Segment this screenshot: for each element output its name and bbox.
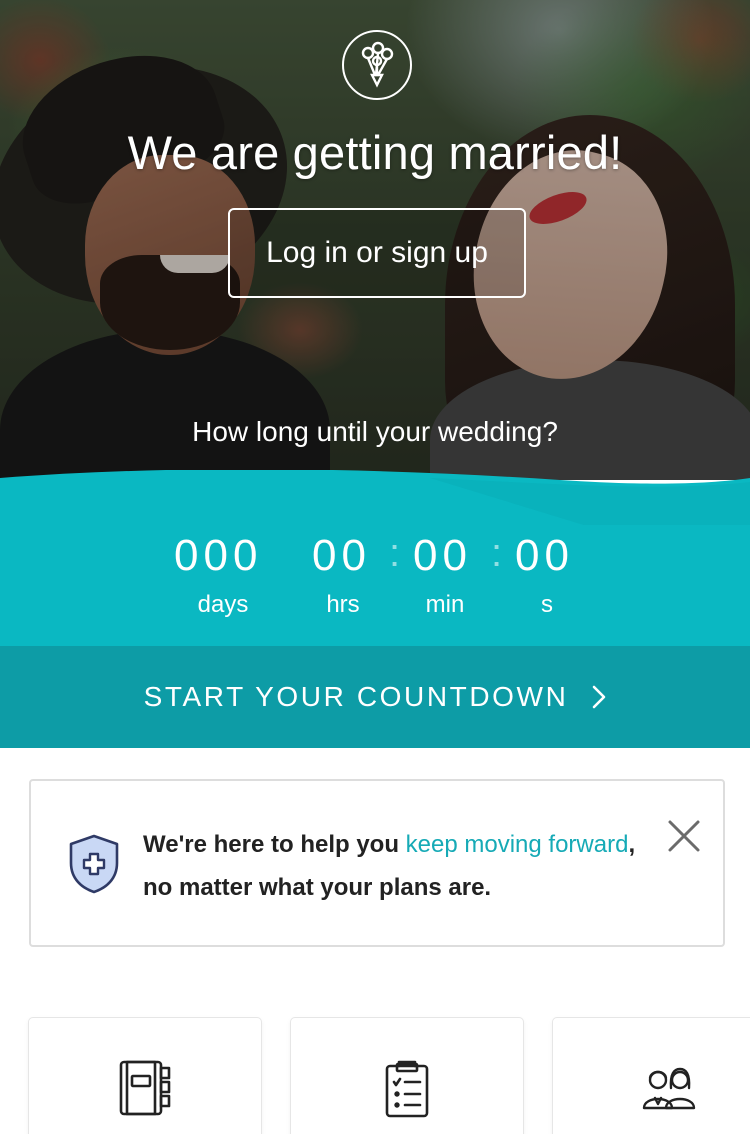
notice-link-line1: keep moving xyxy=(405,831,542,858)
countdown-minutes: 00 xyxy=(413,531,472,580)
countdown-question: How long until your wedding? xyxy=(192,416,558,447)
planner-notebook-icon xyxy=(115,1058,175,1118)
unit-minutes-label: min xyxy=(425,591,465,618)
hero-title: We are getting married! xyxy=(127,126,623,179)
unit-seconds-label: s xyxy=(541,591,553,618)
countdown-hours: 00 xyxy=(312,531,371,580)
notice-link[interactable]: keep moving forward xyxy=(406,831,629,858)
countdown-seconds: 00 xyxy=(515,531,574,580)
support-notice-text: We're here to help you keep moving forwa… xyxy=(143,823,663,909)
start-countdown-label: START YOUR COUNTDOWN xyxy=(143,681,569,712)
checklist-clipboard-icon xyxy=(377,1058,437,1118)
chevron-right-icon xyxy=(592,685,606,709)
support-notice-card: We're here to help you keep moving forwa… xyxy=(29,779,725,947)
countdown-panel: 000 00 : 00 : 00 days hrs min s xyxy=(0,525,750,647)
tool-card-planner[interactable] xyxy=(29,1018,261,1134)
start-countdown-button[interactable]: START YOUR COUNTDOWN xyxy=(0,646,750,748)
countdown-separator: : xyxy=(389,531,401,575)
tool-card-guests[interactable] xyxy=(553,1018,750,1134)
notice-link-line2: forward xyxy=(548,831,629,858)
bouquet-logo-icon xyxy=(342,30,412,100)
unit-hours-label: hrs xyxy=(326,591,360,618)
health-shield-icon xyxy=(65,833,123,900)
countdown-separator: : xyxy=(491,531,503,575)
close-icon[interactable] xyxy=(667,819,701,853)
app-screen: We are getting married! Log in or sign u… xyxy=(0,0,750,1134)
countdown-days: 000 xyxy=(174,531,263,580)
login-signup-button[interactable]: Log in or sign up xyxy=(228,208,526,298)
couple-guests-icon xyxy=(639,1058,699,1118)
unit-days-label: days xyxy=(197,591,249,618)
notice-text-start: We're here to help you xyxy=(143,831,406,858)
countdown-wave xyxy=(0,470,750,530)
hero-banner: We are getting married! Log in or sign u… xyxy=(0,0,750,480)
tool-card-checklist[interactable] xyxy=(291,1018,523,1134)
